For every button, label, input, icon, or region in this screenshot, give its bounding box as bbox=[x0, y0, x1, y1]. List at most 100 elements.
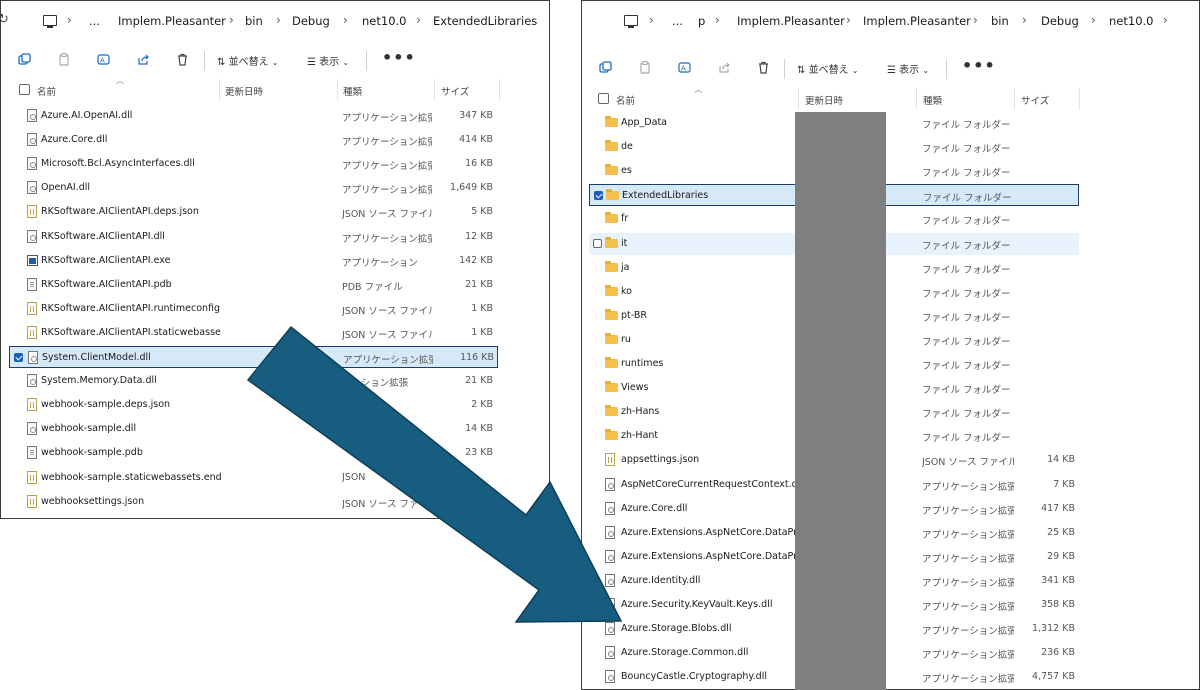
column-divider[interactable] bbox=[434, 79, 435, 101]
file-row[interactable]: webhook-sample.pdb 23 KB bbox=[9, 442, 498, 464]
breadcrumb-segment[interactable]: ExtendedLibraries bbox=[433, 14, 537, 28]
file-row[interactable]: OpenAI.dll アプリケーション拡張 1,649 KB bbox=[9, 177, 498, 199]
file-row[interactable]: Azure.Core.dll アプリケーション拡張 414 KB bbox=[9, 129, 498, 151]
file-type: ファイル フォルダー bbox=[922, 120, 1011, 131]
file-type: ファイル フォルダー bbox=[922, 433, 1011, 445]
copy-icon[interactable] bbox=[639, 61, 652, 79]
computer-icon[interactable] bbox=[43, 15, 57, 28]
breadcrumb-segment[interactable]: net10.0 bbox=[362, 14, 406, 28]
folder-icon bbox=[605, 332, 618, 344]
row-checkbox[interactable] bbox=[14, 353, 23, 362]
file-type: アプリケーション拡張 bbox=[922, 650, 1014, 662]
column-type[interactable]: 種類 bbox=[923, 93, 942, 107]
column-divider[interactable] bbox=[916, 88, 917, 110]
file-type: アプリケーション拡張 bbox=[343, 355, 433, 366]
column-type[interactable]: 種類 bbox=[343, 84, 362, 98]
file-row[interactable]: RKSoftware.AIClientAPI.runtimeconfig....… bbox=[9, 298, 498, 320]
file-row[interactable]: RKSoftware.AIClientAPI.deps.json JSON ソース… bbox=[9, 201, 498, 223]
column-divider[interactable] bbox=[499, 79, 500, 101]
file-name: Azure.Storage.Common.dll bbox=[621, 647, 749, 659]
chevron-down-icon: ⌄ bbox=[271, 58, 279, 67]
breadcrumb-more[interactable]: ... bbox=[89, 14, 100, 28]
chevron-right-icon: › bbox=[1163, 13, 1168, 27]
file-row[interactable]: webhook-sample.deps.json ファイル 2 KB bbox=[9, 394, 498, 416]
file-row[interactable]: RKSoftware.AIClientAPI.pdb PDB ファイル 21 KB bbox=[9, 274, 498, 296]
breadcrumb-segment[interactable]: bin bbox=[245, 14, 263, 28]
column-divider[interactable] bbox=[337, 79, 338, 101]
file-row[interactable]: webhook-sample.dll 14 KB bbox=[9, 418, 498, 440]
file-size: 341 KB bbox=[1041, 574, 1075, 586]
file-name: it bbox=[621, 237, 628, 249]
file-row[interactable]: webhooksettings.json JSON ソース ファイル bbox=[9, 491, 498, 513]
breadcrumb-segment[interactable]: Implem.Pleasanter bbox=[863, 14, 971, 28]
folder-icon bbox=[605, 164, 618, 176]
column-size[interactable]: サイズ bbox=[441, 84, 469, 98]
column-modified[interactable]: 更新日時 bbox=[225, 84, 263, 98]
breadcrumb-segment[interactable]: Debug bbox=[292, 14, 330, 28]
more-options-button[interactable]: ••• bbox=[382, 48, 416, 67]
more-options-button[interactable]: ••• bbox=[962, 56, 996, 75]
breadcrumb-more[interactable]: ... bbox=[672, 14, 683, 28]
toolbar-divider bbox=[946, 59, 947, 79]
trash-icon[interactable] bbox=[757, 61, 770, 79]
sort-label: 並べ替え bbox=[228, 57, 269, 68]
file-type: ファイル フォルダー bbox=[922, 240, 1011, 252]
new-window-icon[interactable] bbox=[599, 61, 612, 79]
select-all-checkbox[interactable] bbox=[598, 93, 609, 104]
file-row[interactable]: Microsoft.Bcl.AsyncInterfaces.dll アプリケーショ… bbox=[9, 153, 498, 175]
breadcrumb-segment[interactable]: net10.0 bbox=[1109, 14, 1153, 28]
column-divider[interactable] bbox=[219, 79, 220, 101]
file-name: webhook-sample.pdb bbox=[41, 447, 143, 459]
file-row[interactable]: RKSoftware.AIClientAPI.dll アプリケーション拡張 12 K… bbox=[9, 226, 498, 248]
file-type: アプリケーション拡張 bbox=[342, 161, 432, 173]
pdb-file-icon bbox=[27, 446, 37, 460]
file-type: アプリケーション拡張 bbox=[922, 674, 1014, 686]
copy-icon[interactable] bbox=[58, 53, 71, 71]
sort-button[interactable]: ⇅ 並べ替え ⌄ bbox=[217, 53, 278, 71]
file-row[interactable]: System.Memory.Data.dll ケーション拡張 21 KB bbox=[9, 370, 498, 392]
view-button[interactable]: ☰ 表示 ⌄ bbox=[307, 53, 349, 71]
column-name[interactable]: 名前 bbox=[616, 93, 635, 107]
share-icon[interactable] bbox=[718, 61, 731, 79]
breadcrumb-segment[interactable]: Implem.Pleasanter bbox=[737, 14, 845, 28]
row-checkbox[interactable] bbox=[593, 238, 602, 248]
computer-icon[interactable] bbox=[624, 15, 638, 28]
file-row[interactable]: System.ClientModel.dll アプリケーション拡張 116 KB bbox=[9, 346, 498, 368]
column-divider[interactable] bbox=[798, 88, 799, 110]
file-row[interactable]: Azure.AI.OpenAI.dll アプリケーション拡張 347 KB bbox=[9, 105, 498, 127]
column-divider[interactable] bbox=[1014, 88, 1015, 110]
file-row[interactable]: RKSoftware.AIClientAPI.staticwebasset...… bbox=[9, 322, 498, 344]
file-type: アプリケーション bbox=[342, 257, 418, 269]
file-row[interactable]: webhook-sample.staticwebassets.end... JSO… bbox=[9, 467, 498, 489]
column-modified[interactable]: 更新日時 bbox=[805, 93, 843, 107]
column-divider[interactable] bbox=[1079, 88, 1080, 110]
column-name[interactable]: 名前 bbox=[37, 84, 56, 98]
chevron-right-icon: › bbox=[846, 13, 851, 27]
file-type: ファイル フォルダー bbox=[922, 216, 1011, 228]
breadcrumb-segment[interactable]: Implem.Pleasanter bbox=[118, 14, 226, 28]
refresh-icon[interactable]: ↻ bbox=[1, 12, 9, 27]
chevron-down-icon: ⌄ bbox=[922, 66, 930, 75]
chevron-right-icon: › bbox=[1091, 13, 1096, 27]
breadcrumb-segment[interactable]: bin bbox=[991, 14, 1009, 28]
dll-file-icon bbox=[605, 525, 615, 539]
trash-icon[interactable] bbox=[176, 53, 189, 71]
chevron-right-icon: › bbox=[276, 13, 281, 27]
rename-icon[interactable]: A bbox=[97, 53, 110, 71]
sort-button[interactable]: ⇅ 並べ替え ⌄ bbox=[797, 61, 858, 79]
file-type: アプリケーション拡張 bbox=[342, 233, 432, 245]
breadcrumb-segment[interactable]: Debug bbox=[1041, 14, 1079, 28]
select-all-checkbox[interactable] bbox=[19, 84, 30, 95]
file-type: ファイル フォルダー bbox=[922, 264, 1011, 276]
column-size[interactable]: サイズ bbox=[1021, 93, 1049, 107]
view-button[interactable]: ☰ 表示 ⌄ bbox=[887, 61, 929, 79]
new-window-icon[interactable] bbox=[18, 53, 31, 71]
file-name: appsettings.json bbox=[621, 454, 700, 466]
file-row[interactable]: RKSoftware.AIClientAPI.exe アプリケーション 142 KB bbox=[9, 250, 498, 272]
file-name: webhook-sample.dll bbox=[41, 423, 137, 435]
row-checkbox[interactable] bbox=[594, 191, 603, 201]
share-icon[interactable] bbox=[137, 53, 150, 71]
chevron-down-icon: ⌄ bbox=[851, 66, 859, 75]
rename-icon[interactable]: A bbox=[678, 61, 691, 79]
breadcrumb-segment[interactable]: p bbox=[698, 14, 705, 28]
